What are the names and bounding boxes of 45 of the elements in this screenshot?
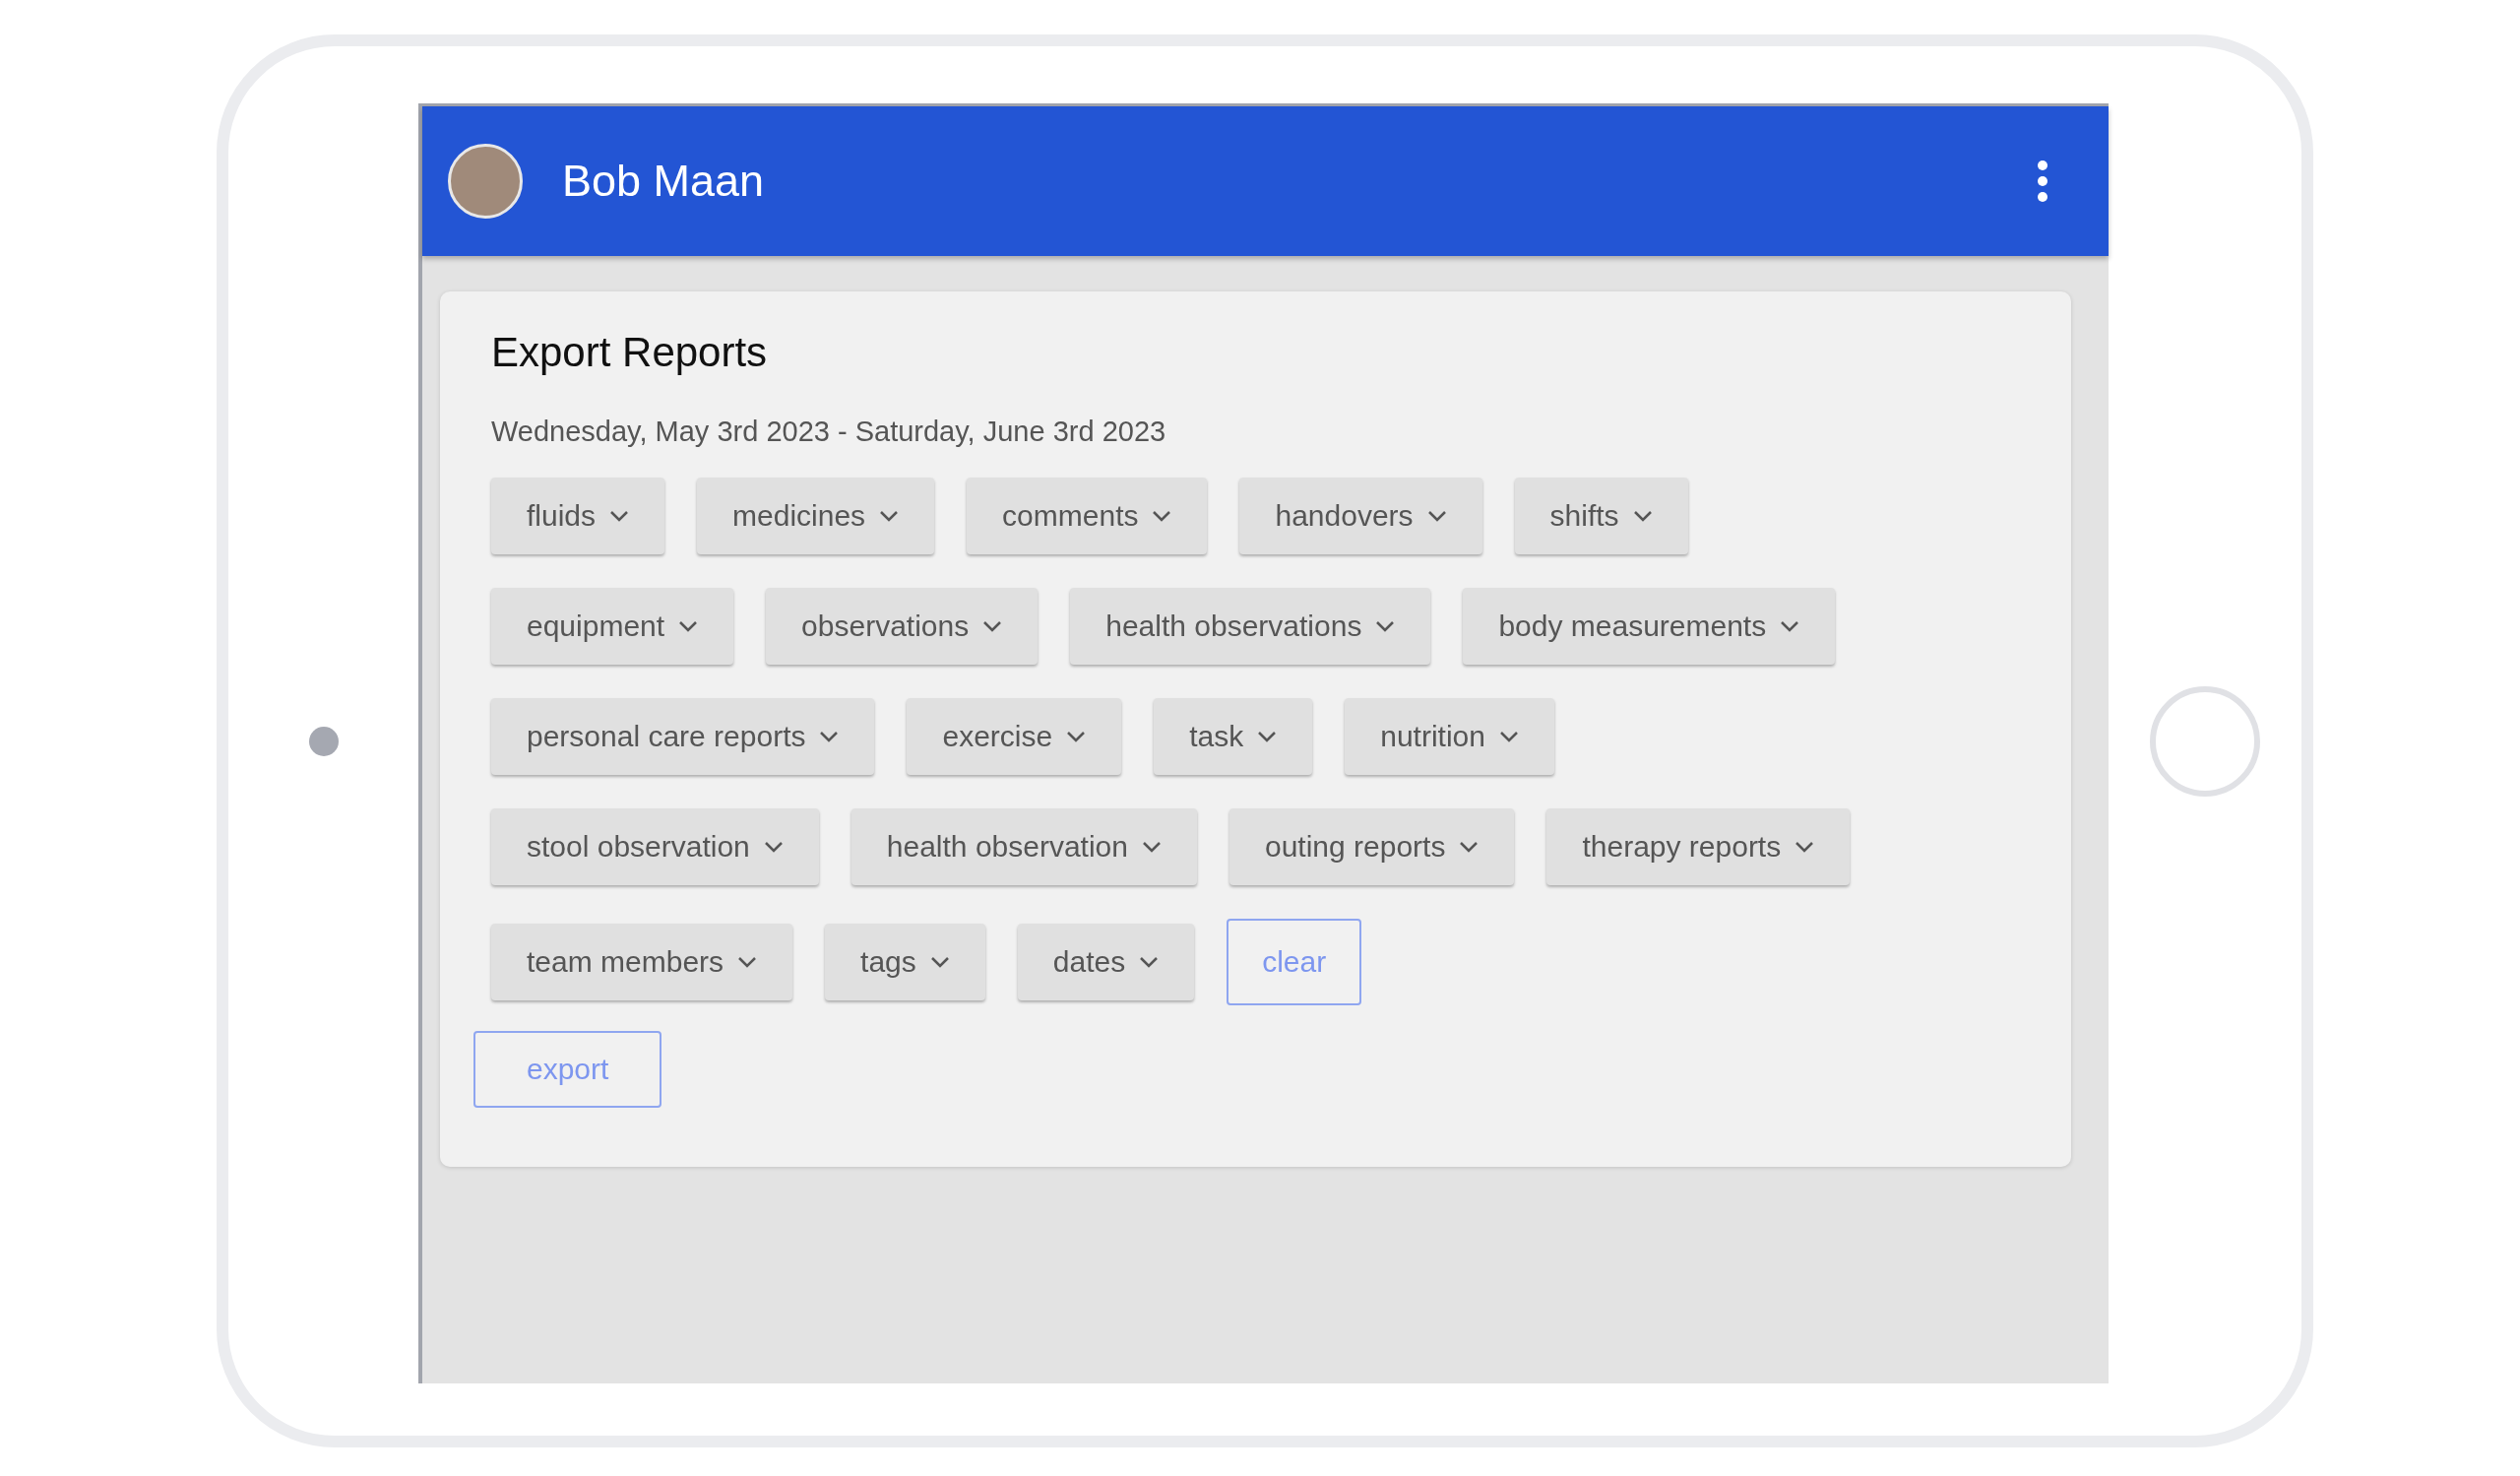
- filter-dropdown[interactable]: fluids: [491, 478, 665, 554]
- date-range: Wednesday, May 3rd 2023 - Saturday, June 3rd 2023: [491, 416, 1167, 448]
- chevron-icon: [1780, 620, 1800, 632]
- filter-dropdown[interactable]: handovers: [1239, 478, 1482, 554]
- chevron-icon: [1375, 620, 1396, 632]
- filter-dropdown[interactable]: dates: [1017, 924, 1195, 1000]
- filter-dropdown[interactable]: personal care reports: [491, 698, 875, 775]
- chevron-icon: [737, 956, 758, 968]
- filter-dropdown[interactable]: shifts: [1514, 478, 1688, 554]
- filter-dropdown[interactable]: observations: [766, 588, 1039, 665]
- chevron-icon: [1459, 841, 1480, 853]
- filter-dropdown[interactable]: tags: [825, 924, 985, 1000]
- chevron-icon: [1498, 731, 1519, 742]
- chevron-icon: [609, 510, 630, 522]
- filter-dropdown[interactable]: body measurements: [1463, 588, 1836, 665]
- more-icon[interactable]: [2036, 160, 2049, 203]
- filter-dropdown[interactable]: outing reports: [1229, 808, 1515, 885]
- camera-dot: [308, 726, 339, 756]
- filter-dropdown[interactable]: team members: [491, 924, 793, 1000]
- chevron-icon: [879, 510, 900, 522]
- filter-dropdown[interactable]: health observation: [850, 808, 1197, 885]
- filter-dropdown[interactable]: therapy reports: [1546, 808, 1851, 885]
- chevron-icon: [1152, 510, 1172, 522]
- chevron-icon: [1139, 956, 1160, 968]
- user-name: Bob Maan: [562, 156, 766, 207]
- filter-dropdown[interactable]: nutrition: [1345, 698, 1554, 775]
- chevron-icon: [1257, 731, 1278, 742]
- filter-dropdown[interactable]: exercise: [907, 698, 1122, 775]
- card-title: Export Reports: [491, 329, 769, 376]
- chevron-icon: [678, 620, 699, 632]
- chevron-icon: [929, 956, 950, 968]
- filter-dropdown[interactable]: medicines: [697, 478, 935, 554]
- chevron-icon: [819, 731, 840, 742]
- chevron-icon: [1142, 841, 1162, 853]
- filter-dropdown[interactable]: stool observation: [491, 808, 819, 885]
- chevron-icon: [1632, 510, 1653, 522]
- filter-dropdown[interactable]: health observations: [1070, 588, 1431, 665]
- filter-dropdown[interactable]: equipment: [491, 588, 734, 665]
- chevron-icon: [982, 620, 1003, 632]
- chevron-icon: [1426, 510, 1447, 522]
- chevron-icon: [763, 841, 784, 853]
- chevron-icon: [1795, 841, 1815, 853]
- filter-dropdown[interactable]: task: [1154, 698, 1313, 775]
- filter-dropdown[interactable]: comments: [967, 478, 1208, 554]
- chevron-icon: [1066, 731, 1087, 742]
